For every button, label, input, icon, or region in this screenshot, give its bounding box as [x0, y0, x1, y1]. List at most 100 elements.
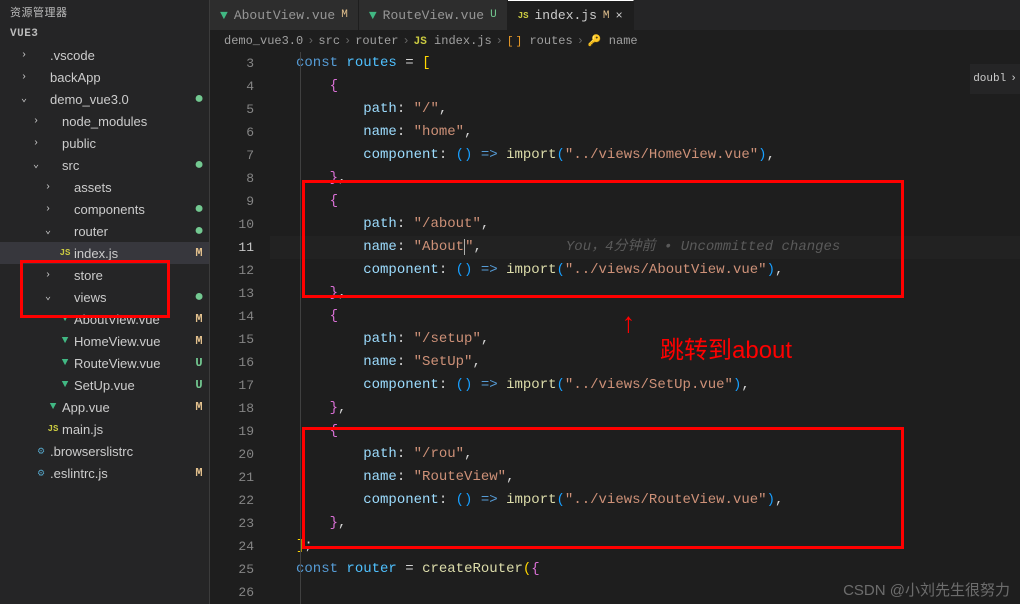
- line-number: 21: [210, 466, 254, 489]
- config-icon: ⚙: [32, 444, 50, 458]
- tree-label: demo_vue3.0: [50, 92, 189, 107]
- chevron-right-icon: ›: [496, 34, 503, 48]
- tab-label: index.js: [535, 8, 597, 23]
- close-icon[interactable]: ×: [616, 9, 623, 23]
- code-line[interactable]: path: "/",: [270, 98, 1020, 121]
- tree-item-components[interactable]: ›components●: [0, 198, 209, 220]
- chevron-right-icon: ›: [307, 34, 314, 48]
- code-line[interactable]: {: [270, 190, 1020, 213]
- breadcrumb-item[interactable]: demo_vue3.0: [224, 34, 303, 48]
- code-line[interactable]: },: [270, 397, 1020, 420]
- code-line[interactable]: {: [270, 305, 1020, 328]
- line-number: 15: [210, 328, 254, 351]
- key-icon: 🔑: [588, 36, 602, 48]
- tree-item--eslintrc-js[interactable]: ⚙.eslintrc.jsM: [0, 462, 209, 484]
- tree-item-index-js[interactable]: JSindex.jsM: [0, 242, 209, 264]
- code-line[interactable]: component: () => import("../views/AboutV…: [270, 259, 1020, 282]
- code-line[interactable]: const routes = [: [270, 52, 1020, 75]
- code-line[interactable]: path: "/setup",: [270, 328, 1020, 351]
- breadcrumb-item[interactable]: 🔑 name: [588, 34, 638, 48]
- code-line[interactable]: component: () => import("../views/RouteV…: [270, 489, 1020, 512]
- breadcrumb[interactable]: demo_vue3.0›src›router›JS index.js›[ ] r…: [210, 30, 1020, 52]
- code-line[interactable]: name: "About", You，4分钟前 • Uncommitted ch…: [270, 236, 1020, 259]
- tree-item-src[interactable]: ⌄src●: [0, 154, 209, 176]
- tree-item-AboutView-vue[interactable]: ▼AboutView.vueM: [0, 308, 209, 330]
- code-line[interactable]: },: [270, 512, 1020, 535]
- tree-item--vscode[interactable]: › .vscode: [0, 44, 209, 66]
- line-number: 13: [210, 282, 254, 305]
- chevron-icon: ›: [40, 270, 56, 281]
- code-line[interactable]: path: "/rou",: [270, 443, 1020, 466]
- vue-icon: ▼: [56, 335, 74, 347]
- line-number: 14: [210, 305, 254, 328]
- annotation-text: 跳转到about: [660, 330, 792, 365]
- chevron-icon: ⌄: [28, 159, 44, 171]
- tab-label: AboutView.vue: [234, 8, 335, 23]
- tree-label: .eslintrc.js: [50, 466, 189, 481]
- vue-icon: ▼: [56, 357, 74, 369]
- tree-label: .vscode: [50, 48, 189, 63]
- editor[interactable]: 3456789101112131415161718192021222324252…: [210, 52, 1020, 604]
- line-number: 22: [210, 489, 254, 512]
- code-line[interactable]: {: [270, 420, 1020, 443]
- code-line[interactable]: name: "SetUp",: [270, 351, 1020, 374]
- code-line[interactable]: path: "/about",: [270, 213, 1020, 236]
- tree-label: main.js: [62, 422, 189, 437]
- tree-label: AboutView.vue: [74, 312, 189, 327]
- line-number: 17: [210, 374, 254, 397]
- tree-item-main-js[interactable]: JSmain.js: [0, 418, 209, 440]
- chevron-icon: ›: [40, 182, 56, 193]
- tab-bar: ▼AboutView.vueM▼RouteView.vueUJSindex.js…: [210, 0, 1020, 30]
- chevron-icon: ⌄: [40, 225, 56, 237]
- tree-item-assets[interactable]: ›assets: [0, 176, 209, 198]
- line-number: 7: [210, 144, 254, 167]
- tree-label: src: [62, 158, 189, 173]
- line-number: 12: [210, 259, 254, 282]
- tree-label: RouteView.vue: [74, 356, 189, 371]
- breadcrumb-item[interactable]: [ ] routes: [507, 34, 573, 48]
- code-line[interactable]: name: "RouteView",: [270, 466, 1020, 489]
- line-number: 26: [210, 581, 254, 604]
- code-content[interactable]: const routes = [ { path: "/", name: "hom…: [270, 52, 1020, 604]
- code-line[interactable]: },: [270, 167, 1020, 190]
- vue-icon: ▼: [56, 313, 74, 325]
- tree-item-App-vue[interactable]: ▼App.vueM: [0, 396, 209, 418]
- code-line[interactable]: const router = createRouter({: [270, 558, 1020, 581]
- code-line[interactable]: component: () => import("../views/SetUp.…: [270, 374, 1020, 397]
- sidebar: 资源管理器 VUE3 ›.vscode›backApp⌄demo_vue3.0●…: [0, 0, 210, 604]
- tree-label: router: [74, 224, 189, 239]
- breadcrumb-item[interactable]: src: [318, 34, 340, 48]
- modified-dot-icon: ●: [189, 289, 209, 305]
- line-number: 9: [210, 190, 254, 213]
- tree-label: node_modules: [62, 114, 189, 129]
- breadcrumb-item[interactable]: JS index.js: [414, 34, 492, 48]
- tree-item--browserslistrc[interactable]: ⚙.browserslistrc: [0, 440, 209, 462]
- line-number: 20: [210, 443, 254, 466]
- tab-index-js[interactable]: JSindex.jsM×: [508, 0, 634, 30]
- tree-item-public[interactable]: ›public: [0, 132, 209, 154]
- tree-item-backApp[interactable]: ›backApp: [0, 66, 209, 88]
- tab-AboutView-vue[interactable]: ▼AboutView.vueM: [210, 0, 359, 30]
- tree-item-HomeView-vue[interactable]: ▼HomeView.vueM: [0, 330, 209, 352]
- tab-RouteView-vue[interactable]: ▼RouteView.vueU: [359, 0, 508, 30]
- tree-item-store[interactable]: ›store: [0, 264, 209, 286]
- line-number: 18: [210, 397, 254, 420]
- vue-icon: ▼: [56, 379, 74, 391]
- code-line[interactable]: ];: [270, 535, 1020, 558]
- code-line[interactable]: name: "home",: [270, 121, 1020, 144]
- line-number: 25: [210, 558, 254, 581]
- code-line[interactable]: component: () => import("../views/HomeVi…: [270, 144, 1020, 167]
- tree-item-node_modules[interactable]: › node_modules: [0, 110, 209, 132]
- breadcrumb-item[interactable]: router: [355, 34, 398, 48]
- chevron-icon: ›: [28, 116, 44, 127]
- tree-item-demo_vue3-0[interactable]: ⌄demo_vue3.0●: [0, 88, 209, 110]
- tree-item-router[interactable]: ⌄router●: [0, 220, 209, 242]
- code-line[interactable]: {: [270, 75, 1020, 98]
- tree-item-RouteView-vue[interactable]: ▼RouteView.vueU: [0, 352, 209, 374]
- chevron-right-icon: ›: [402, 34, 409, 48]
- tree-item-SetUp-vue[interactable]: ▼SetUp.vueU: [0, 374, 209, 396]
- tree-item-views[interactable]: ⌄views●: [0, 286, 209, 308]
- code-line[interactable]: },: [270, 282, 1020, 305]
- modified-dot-icon: ●: [189, 201, 209, 217]
- chevron-icon: ›: [16, 50, 32, 61]
